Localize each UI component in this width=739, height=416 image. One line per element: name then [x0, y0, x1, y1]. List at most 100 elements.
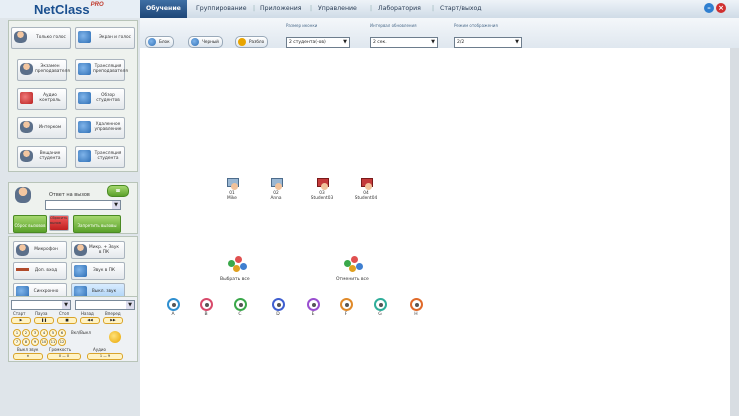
pc-sound-icon	[74, 265, 87, 277]
mic-pc-sound-button[interactable]: Микр. + Звук в ПК	[71, 241, 125, 259]
number-button[interactable]: 7	[13, 338, 21, 346]
media-panel: ▼ ▼ Старт Пауза Стоп Назад Вперед ▶ ❚❚ ■…	[8, 296, 138, 362]
number-button[interactable]: 8	[22, 338, 30, 346]
black-screen-button[interactable]: Черный	[188, 36, 223, 48]
broadcast-icon	[78, 150, 91, 162]
deselect-all-label[interactable]: Отменить все	[336, 277, 369, 282]
teacher-exam-button[interactable]: Экзамен преподавателя	[17, 59, 70, 81]
screen-icon	[78, 31, 91, 43]
lock-button[interactable]: Блок	[145, 36, 174, 48]
team-icon	[339, 298, 353, 311]
student-02[interactable]: 02 Anna	[264, 178, 288, 201]
number-button[interactable]: 2	[22, 329, 30, 337]
mute-all-button[interactable]: ✕	[13, 353, 43, 360]
number-button[interactable]: 5	[49, 329, 57, 337]
stop-button[interactable]: ■	[57, 317, 77, 324]
number-button[interactable]: 11	[49, 338, 57, 346]
sidebar: Только голос Экран и голос Экзамен препо…	[0, 18, 140, 416]
close-icon[interactable]: ×	[716, 3, 726, 13]
media-source-select[interactable]: ▼	[11, 300, 71, 310]
menu-control[interactable]: Управление	[318, 5, 357, 12]
student-view-button[interactable]: Обзор студентов	[75, 88, 125, 110]
student-04[interactable]: 04 Student04	[354, 178, 378, 201]
voice-only-button[interactable]: Только голос	[11, 27, 71, 49]
team-icon	[409, 298, 423, 311]
remote-control-button[interactable]: Удаленное управление	[75, 117, 125, 139]
team-c[interactable]: C	[232, 298, 248, 317]
classroom-canvas: 01 Mike 02 Anna 03 Student03 04 Student0…	[140, 48, 730, 416]
answer-call-panel: Ответ на вызов ☎ ▼ Сброс вызовов Сбросит…	[8, 182, 138, 234]
monitor-icon	[78, 92, 91, 104]
minimize-icon[interactable]: –	[704, 3, 714, 13]
microphone-button[interactable]: Микрофон	[13, 241, 67, 259]
play-button[interactable]: ▶	[11, 317, 31, 324]
team-a[interactable]: A	[165, 298, 181, 317]
forward-button[interactable]: ▶▶	[103, 317, 123, 324]
broadcast-icon	[78, 63, 91, 75]
icon-size-select[interactable]: 2 студента(-ов) ▼	[286, 37, 350, 48]
number-button[interactable]: 12	[58, 338, 66, 346]
teacher-icon	[20, 63, 33, 75]
team-icon	[373, 298, 387, 311]
select-all-label[interactable]: Выбрать все	[220, 277, 250, 282]
team-b[interactable]: B	[198, 298, 214, 317]
team-h[interactable]: H	[408, 298, 424, 317]
teacher-icon	[14, 31, 27, 43]
number-button[interactable]: 3	[31, 329, 39, 337]
pc-sound-button[interactable]: Звук в ПК	[71, 262, 125, 280]
answer-call-label: Ответ на вызов	[49, 192, 90, 198]
chevron-down-icon: ▼	[431, 39, 435, 45]
team-f[interactable]: F	[338, 298, 354, 317]
unlock-icon	[238, 38, 246, 46]
mic-pc-icon	[74, 244, 87, 256]
monitor-icon	[191, 38, 199, 46]
number-button[interactable]: 6	[58, 329, 66, 337]
menu-apps[interactable]: Приложения	[260, 5, 302, 12]
menu-separator: |	[432, 5, 435, 12]
cancel-call-button[interactable]: Сбросить вызов	[49, 215, 69, 231]
menu-startexit[interactable]: Старт/выход	[440, 5, 482, 12]
student-03[interactable]: 03 Student03	[310, 178, 334, 201]
pause-button[interactable]: ❚❚	[34, 317, 54, 324]
teacher-broadcast-button[interactable]: Трансляция преподавателя	[75, 59, 128, 81]
number-button[interactable]: 9	[31, 338, 39, 346]
lock-icon	[148, 38, 156, 46]
menu-grouping[interactable]: Группирование	[196, 5, 247, 12]
reset-calls-button[interactable]: Сброс вызовов	[13, 215, 47, 233]
select-all-icon[interactable]	[228, 256, 248, 272]
student-01[interactable]: 01 Mike	[220, 178, 244, 201]
audio-icon	[20, 92, 33, 104]
menu-lab[interactable]: Лаборатория	[378, 5, 421, 12]
screen-voice-button[interactable]: Экран и голос	[75, 27, 135, 49]
number-button[interactable]: 4	[40, 329, 48, 337]
caller-select[interactable]: ▼	[45, 200, 121, 210]
menu-separator: |	[310, 5, 313, 12]
team-e[interactable]: E	[305, 298, 321, 317]
teaching-panel: Только голос Экран и голос Экзамен препо…	[8, 20, 138, 172]
student-demo-button[interactable]: Вещание студента	[17, 146, 67, 168]
rewind-button[interactable]: ◀◀	[80, 317, 100, 324]
phone-icon[interactable]: ☎	[107, 185, 129, 197]
volume-control[interactable]: 0 — 0	[47, 353, 81, 360]
intercom-button[interactable]: Интерком	[17, 117, 67, 139]
menu-training[interactable]: Обучение	[140, 0, 187, 18]
media-file-select[interactable]: ▼	[75, 300, 135, 310]
refresh-interval-select[interactable]: 2 сек. ▼	[370, 37, 438, 48]
team-g[interactable]: G	[372, 298, 388, 317]
power-icon[interactable]	[109, 331, 121, 343]
line-in-button[interactable]: Доп. вход	[13, 262, 67, 280]
number-button[interactable]: 1	[13, 329, 21, 337]
number-button[interactable]: 10	[40, 338, 48, 346]
microphone-icon	[16, 244, 29, 256]
unlock-button[interactable]: Разбло	[235, 36, 269, 48]
display-mode-select[interactable]: 2/2 ▼	[454, 37, 522, 48]
block-calls-button[interactable]: Запретить вызовы	[73, 215, 121, 233]
team-d[interactable]: D	[270, 298, 286, 317]
deselect-all-icon[interactable]	[344, 256, 364, 272]
audio-channel-control[interactable]: 1 — 9	[87, 353, 123, 360]
chevron-down-icon: ▼	[343, 39, 347, 45]
logo-text: NetClassPRO	[34, 2, 104, 17]
audio-monitor-button[interactable]: Аудио контроль	[17, 88, 67, 110]
student-broadcast-button[interactable]: Трансляция студента	[75, 146, 125, 168]
intercom-icon	[20, 121, 33, 133]
